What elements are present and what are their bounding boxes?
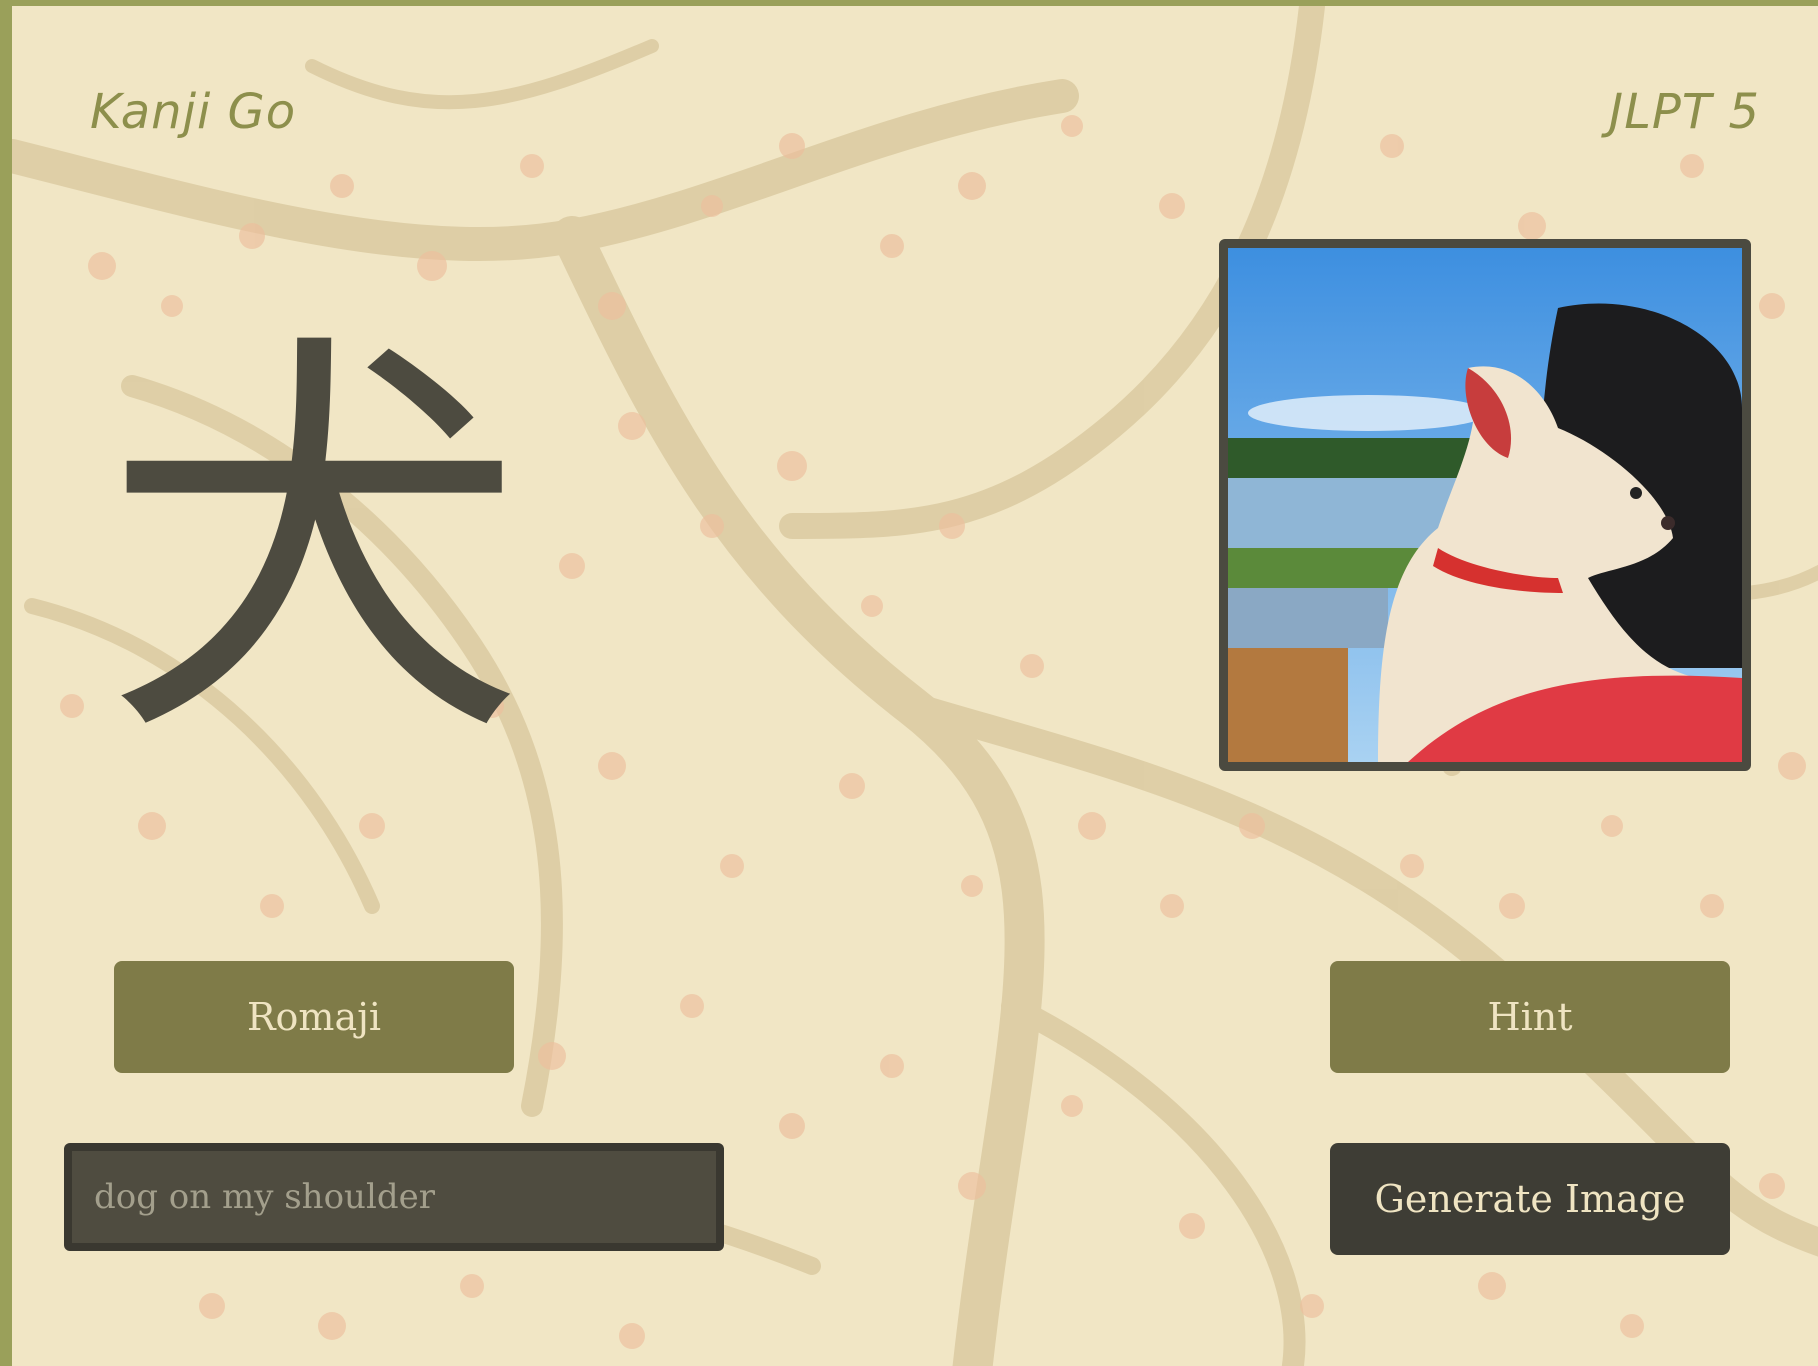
generated-image (1219, 239, 1751, 771)
image-prompt-input[interactable] (72, 1151, 716, 1243)
app-logo: Kanji Go (90, 84, 297, 140)
dog-photo-illustration (1228, 248, 1742, 762)
hint-button[interactable]: Hint (1330, 961, 1730, 1073)
generate-image-button[interactable]: Generate Image (1330, 1143, 1730, 1255)
kanji-character: 犬 (104, 301, 524, 790)
jlpt-level-label: JLPT 5 (1609, 84, 1760, 140)
image-prompt-field (64, 1143, 724, 1251)
romaji-button[interactable]: Romaji (114, 961, 514, 1073)
app-frame: Kanji Go JLPT 5 犬 Romaji Hint dog on my … (0, 0, 1818, 1366)
